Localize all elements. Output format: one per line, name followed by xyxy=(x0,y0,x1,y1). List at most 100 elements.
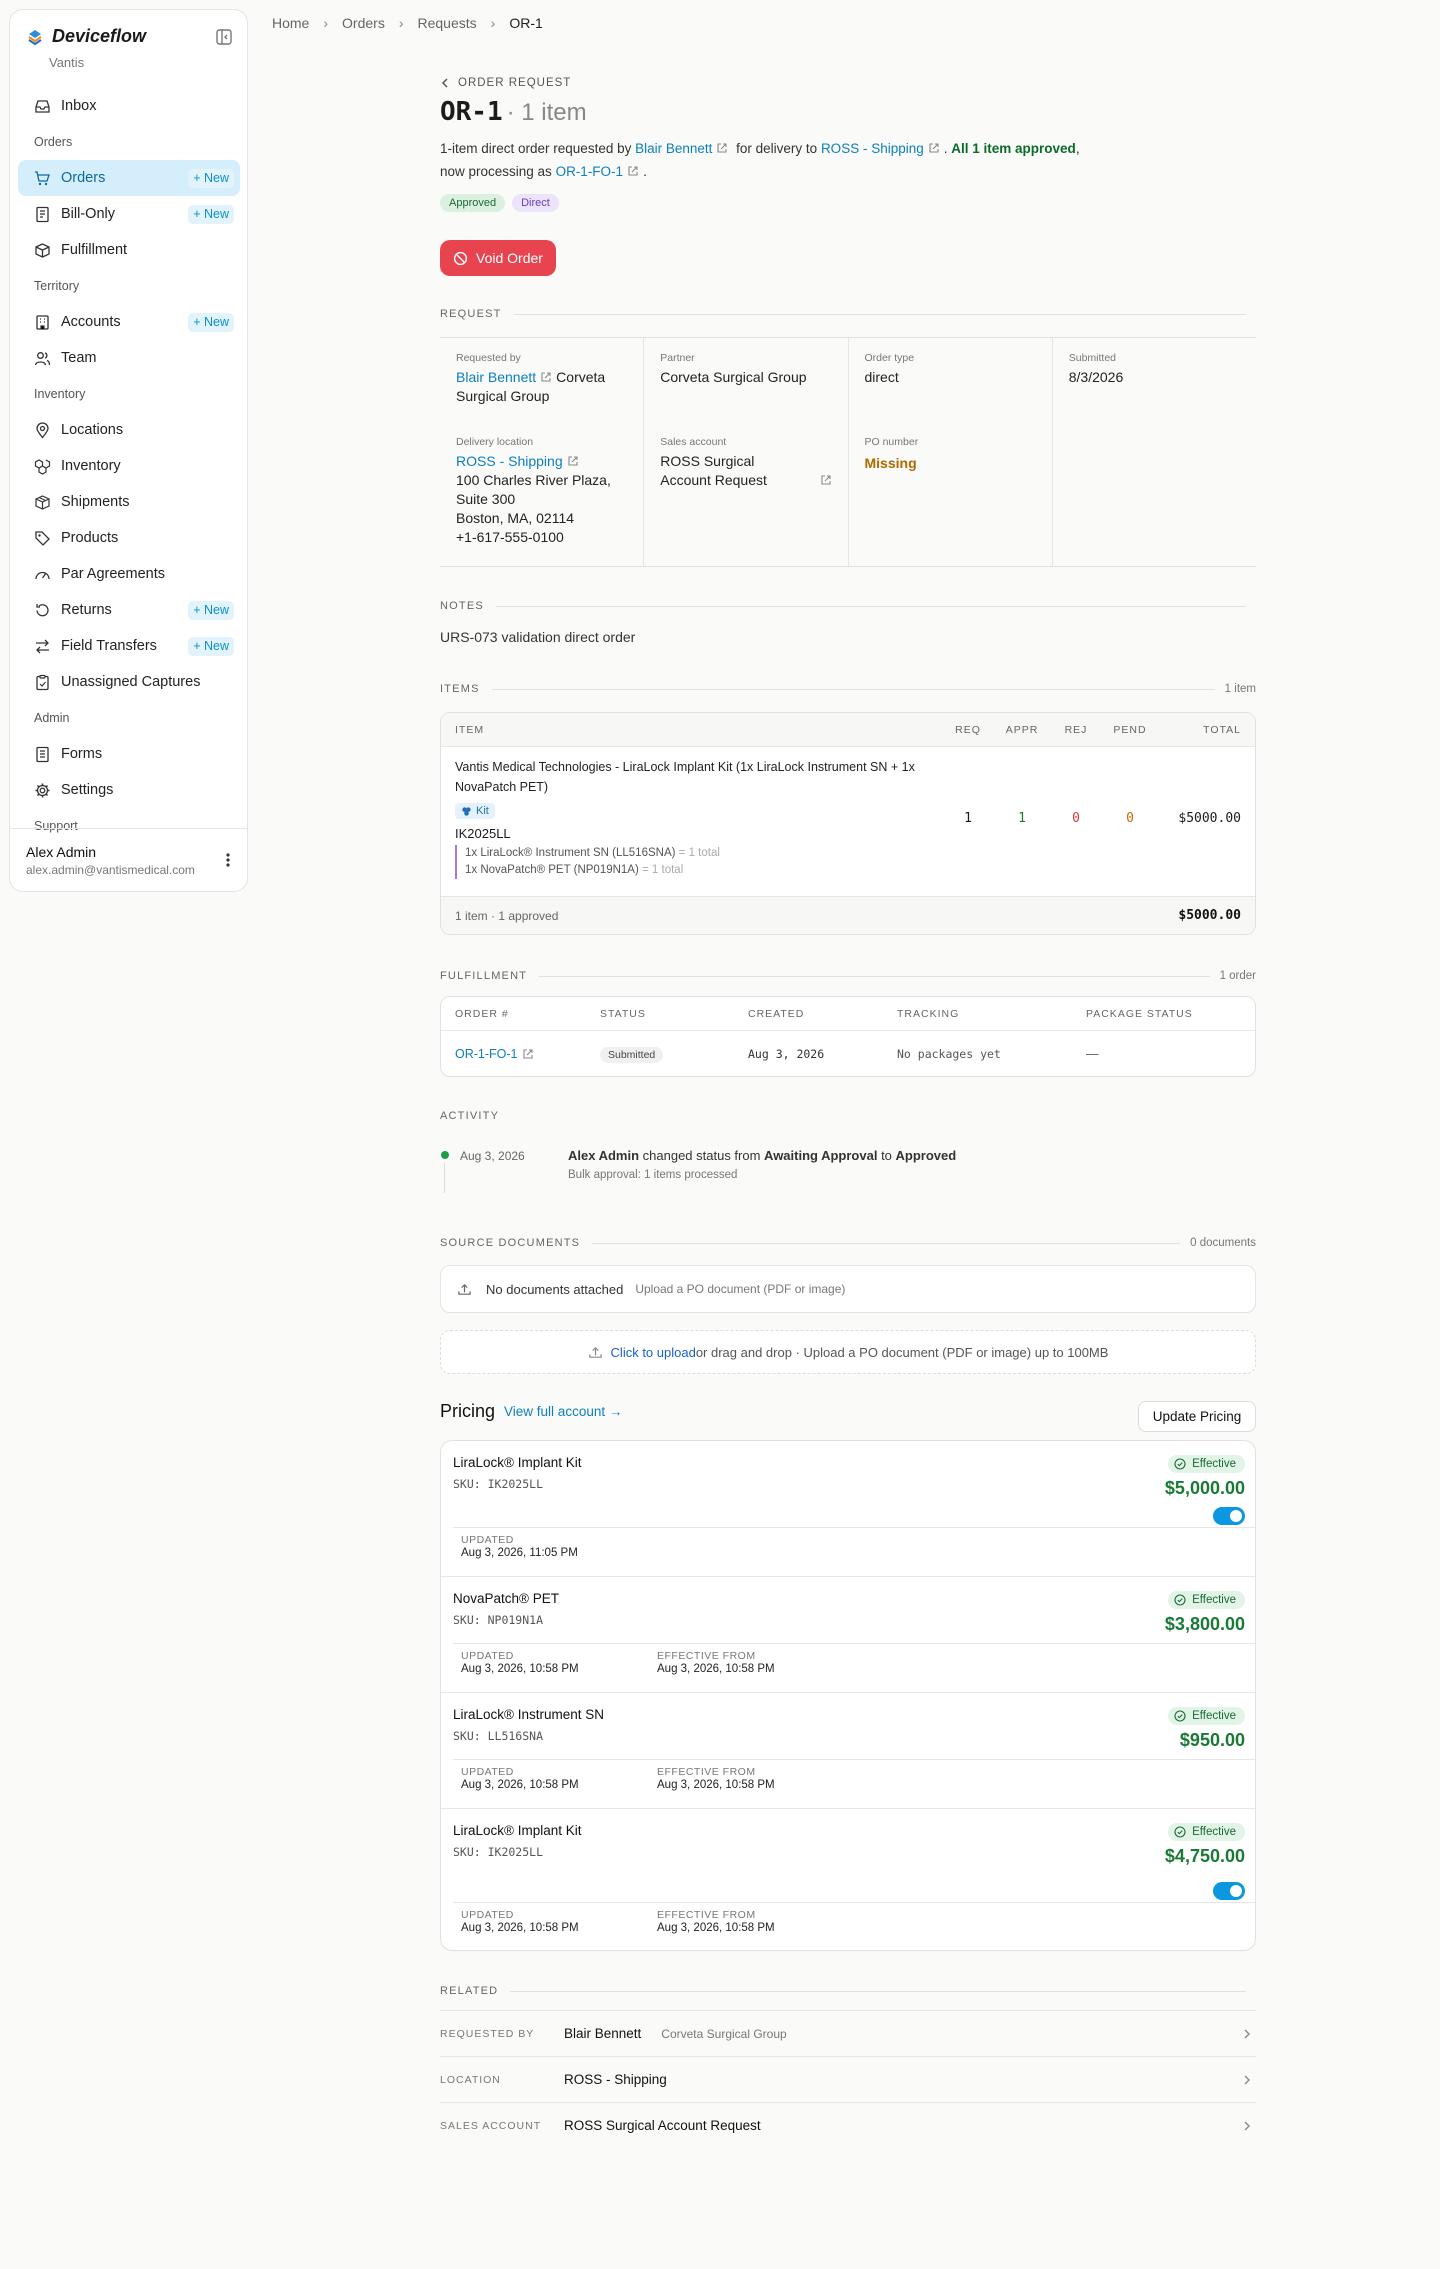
delivery-phone-link[interactable]: +1-617-555-0100 xyxy=(456,528,631,547)
location-link[interactable]: ROSS - Shipping xyxy=(821,141,924,156)
chevron-right-icon xyxy=(1244,2029,1250,2039)
external-link-icon[interactable] xyxy=(567,455,579,467)
click-to-upload-link[interactable]: Click to upload xyxy=(611,1345,696,1360)
chevron-right-icon xyxy=(1244,2075,1250,2085)
sidebar-item-bill-only[interactable]: Bill-Only + New xyxy=(18,196,240,232)
col-package-status: PACKAGE STATUS xyxy=(1086,1007,1193,1020)
new-button[interactable]: + New xyxy=(188,601,234,620)
sidebar-item-field-transfers[interactable]: Field Transfers + New xyxy=(18,628,240,664)
user-name[interactable]: Alex Admin xyxy=(26,844,96,860)
sidebar-item-inbox[interactable]: Inbox xyxy=(18,88,240,124)
activity-dot xyxy=(441,1151,449,1159)
notes-text: URS-073 validation direct order xyxy=(440,629,636,645)
sidebar-item-unassigned-captures[interactable]: Unassigned Captures xyxy=(18,664,240,700)
sidebar-divider xyxy=(10,828,247,829)
request-col-4: Submitted 8/3/2026 xyxy=(1053,338,1256,566)
table-row[interactable]: OR-1-FO-1 Submitted Aug 3, 2026 No packa… xyxy=(441,1031,1255,1076)
section-header-activity: ACTIVITY xyxy=(440,1110,499,1122)
activity-date: Aug 3, 2026 xyxy=(460,1149,525,1163)
related-row[interactable]: LOCATION ROSS - Shipping xyxy=(440,2056,1256,2102)
sidebar-item-label: Inventory xyxy=(61,458,121,474)
section-title: ITEMS xyxy=(440,683,480,695)
users-icon xyxy=(34,351,51,365)
related-row[interactable]: SALES ACCOUNT ROSS Surgical Account Reque… xyxy=(440,2102,1256,2148)
section-title: REQUEST xyxy=(440,308,502,320)
sidebar-item-fulfillment[interactable]: Fulfillment xyxy=(18,232,240,268)
sidebar-item-par-agreements[interactable]: Par Agreements xyxy=(18,556,240,592)
new-button[interactable]: + New xyxy=(188,205,234,224)
new-button[interactable]: + New xyxy=(188,313,234,332)
pin-icon xyxy=(36,421,49,439)
external-link-icon[interactable] xyxy=(522,1048,534,1060)
external-link-icon[interactable] xyxy=(716,142,728,154)
pricing-meta: UPDATED Aug 3, 2026, 10:58 PM EFFECTIVE FR… xyxy=(453,1643,1255,1675)
fulfillment-order-link[interactable]: OR-1-FO-1 xyxy=(556,164,624,179)
void-order-button[interactable]: Void Order xyxy=(440,240,556,276)
kit-badge: Kit xyxy=(455,803,495,819)
gauge-icon xyxy=(35,571,50,579)
sidebar-item-team[interactable]: Team xyxy=(18,340,240,376)
pricing-sku: SKU: LL516SNA xyxy=(453,1729,544,1743)
sidebar-item-locations[interactable]: Locations xyxy=(18,412,240,448)
sidebar-item-label: Field Transfers xyxy=(61,638,157,654)
delivery-location-link[interactable]: ROSS - Shipping xyxy=(456,453,563,469)
sidebar-item-forms[interactable]: Forms xyxy=(18,736,240,772)
pricing-toggle[interactable] xyxy=(1213,1882,1245,1900)
check-circle-icon xyxy=(1174,1826,1186,1838)
items-table-header: ITEM REQ APPR REJ PEND TOTAL xyxy=(441,713,1255,747)
tag-icon xyxy=(35,530,50,546)
submitted-value: 8/3/2026 xyxy=(1068,369,1124,385)
col-status: STATUS xyxy=(600,1007,646,1020)
external-link-icon[interactable] xyxy=(928,142,940,154)
chevron-left-icon xyxy=(441,78,448,88)
section-title: ACTIVITY xyxy=(440,1110,500,1122)
new-button[interactable]: + New xyxy=(188,637,234,656)
sidebar-item-orders[interactable]: Orders + New xyxy=(18,160,240,196)
pricing-sku: SKU: NP019N1A xyxy=(453,1613,544,1627)
new-button[interactable]: + New xyxy=(188,169,234,188)
pricing-status-badge: Effective xyxy=(1168,1455,1245,1473)
view-full-account-link[interactable]: View full account → xyxy=(504,1404,622,1419)
external-link-icon[interactable] xyxy=(820,474,832,486)
breadcrumb-requests[interactable]: Requests xyxy=(418,15,477,31)
pricing-product-name: LiraLock® Implant Kit xyxy=(453,1455,582,1470)
sales-account-link[interactable]: ROSS Surgical Account Request xyxy=(660,452,790,490)
sidebar-item-returns[interactable]: Returns + New xyxy=(18,592,240,628)
brand[interactable]: Deviceflow xyxy=(26,26,146,47)
summary-text: . xyxy=(643,164,647,179)
pricing-status-badge: Effective xyxy=(1168,1823,1245,1841)
clipboard-icon xyxy=(36,674,49,690)
fulfillment-order-link[interactable]: OR-1-FO-1 xyxy=(455,1047,518,1061)
table-row[interactable]: Vantis Medical Technologies - LiraLock I… xyxy=(441,747,1255,897)
sidebar-item-label: Forms xyxy=(61,746,103,762)
related-row[interactable]: REQUESTED BY Blair Bennett Corveta Surgica… xyxy=(440,2010,1256,2056)
delivery-address-line2: Suite 300 xyxy=(456,491,516,507)
cart-icon xyxy=(35,170,50,185)
requested-by-link[interactable]: Blair Bennett xyxy=(456,369,536,385)
qty-rej: 0 xyxy=(1072,811,1080,826)
sidebar-collapse-icon[interactable] xyxy=(215,28,233,46)
back-link[interactable]: ORDER REQUEST xyxy=(440,77,571,89)
pricing-toggle[interactable] xyxy=(1213,1507,1245,1525)
breadcrumb-home[interactable]: Home xyxy=(272,15,309,31)
upload-dropzone[interactable]: Click to upload or drag and drop · Uploa… xyxy=(440,1330,1256,1374)
updated-value: Aug 3, 2026, 10:58 PM xyxy=(461,1922,579,1934)
pricing-product-name: LiraLock® Instrument SN xyxy=(453,1707,605,1722)
user-menu-icon[interactable] xyxy=(220,850,236,870)
delivery-location-label: Delivery location xyxy=(456,436,534,448)
section-header-request: REQUEST xyxy=(440,308,1256,320)
sidebar-item-inventory[interactable]: Inventory xyxy=(18,448,240,484)
col-pend: PEND xyxy=(1113,723,1147,736)
inbox-icon xyxy=(35,99,50,113)
sidebar-item-settings[interactable]: Settings xyxy=(18,772,240,808)
sidebar-item-accounts[interactable]: Accounts + New xyxy=(18,304,240,340)
requester-link[interactable]: Blair Bennett xyxy=(635,141,712,156)
update-pricing-button[interactable]: Update Pricing xyxy=(1138,1401,1256,1432)
pricing-sku: SKU: IK2025LL xyxy=(453,1477,544,1491)
related-key: LOCATION xyxy=(440,2073,501,2086)
sidebar-item-shipments[interactable]: Shipments xyxy=(18,484,240,520)
external-link-icon[interactable] xyxy=(627,165,639,177)
external-link-icon[interactable] xyxy=(540,371,552,383)
sidebar-item-products[interactable]: Products xyxy=(18,520,240,556)
breadcrumb-orders[interactable]: Orders xyxy=(342,15,385,31)
